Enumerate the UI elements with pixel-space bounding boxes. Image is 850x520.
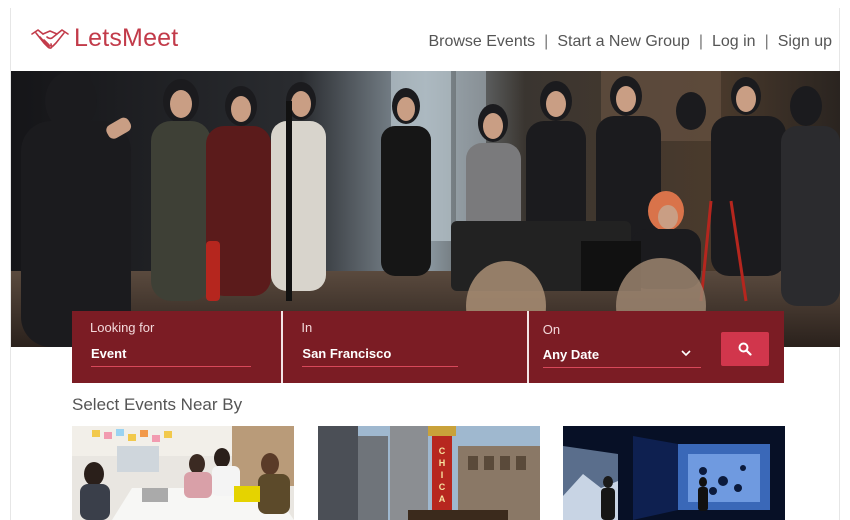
looking-for-value[interactable]: Event bbox=[91, 346, 126, 361]
date-field[interactable]: On Any Date bbox=[529, 311, 784, 383]
event-card-exhibit[interactable] bbox=[563, 426, 785, 520]
location-label: In bbox=[301, 320, 313, 335]
crowd-photo bbox=[11, 71, 840, 347]
looking-for-field[interactable]: Looking for Event bbox=[72, 311, 281, 383]
looking-for-label: Looking for bbox=[90, 320, 155, 335]
nav-separator: | bbox=[764, 33, 769, 50]
nav-separator: | bbox=[544, 33, 549, 50]
nearby-section-title: Select Events Near By bbox=[72, 395, 243, 414]
header: LetsMeet Browse Events | Start a New Gro… bbox=[0, 0, 850, 70]
projection-art-exhibit-photo bbox=[563, 426, 785, 520]
nav-login[interactable]: Log in bbox=[712, 33, 756, 51]
sign-letter: I bbox=[441, 470, 444, 480]
handshake-icon bbox=[31, 28, 69, 49]
logo[interactable]: LetsMeet bbox=[30, 24, 178, 53]
location-underline bbox=[302, 366, 459, 367]
location-value[interactable]: San Francisco bbox=[302, 346, 391, 361]
nav-signup[interactable]: Sign up bbox=[778, 33, 832, 51]
nav-separator: | bbox=[698, 33, 703, 50]
hero-image bbox=[11, 71, 840, 347]
nav-browse-events[interactable]: Browse Events bbox=[428, 33, 535, 51]
sign-letter: H bbox=[439, 458, 446, 468]
chevron-down-icon[interactable] bbox=[681, 349, 691, 357]
chicago-theatre-street-photo: C H I C A bbox=[318, 426, 540, 520]
logo-text: LetsMeet bbox=[74, 24, 179, 52]
date-label: On bbox=[542, 322, 561, 337]
event-card-chicago[interactable]: C H I C A bbox=[318, 426, 540, 520]
page: LetsMeet Browse Events | Start a New Gro… bbox=[0, 0, 850, 520]
search-icon bbox=[738, 342, 752, 356]
sign-letter: C bbox=[439, 482, 446, 492]
nav-start-group[interactable]: Start a New Group bbox=[557, 33, 690, 51]
date-value[interactable]: Any Date bbox=[543, 347, 599, 362]
location-field[interactable]: In San Francisco bbox=[283, 311, 526, 383]
search-button[interactable] bbox=[720, 332, 769, 366]
sign-letter: C bbox=[439, 446, 446, 456]
sign-letter: A bbox=[439, 494, 446, 504]
event-card-office[interactable] bbox=[72, 426, 294, 520]
top-nav: Browse Events | Start a New Group | Log … bbox=[428, 33, 832, 51]
date-underline bbox=[542, 367, 701, 368]
office-meeting-photo bbox=[72, 426, 294, 520]
search-bar: Looking for Event In San Francisco On An… bbox=[72, 311, 784, 383]
looking-for-underline bbox=[91, 366, 251, 367]
